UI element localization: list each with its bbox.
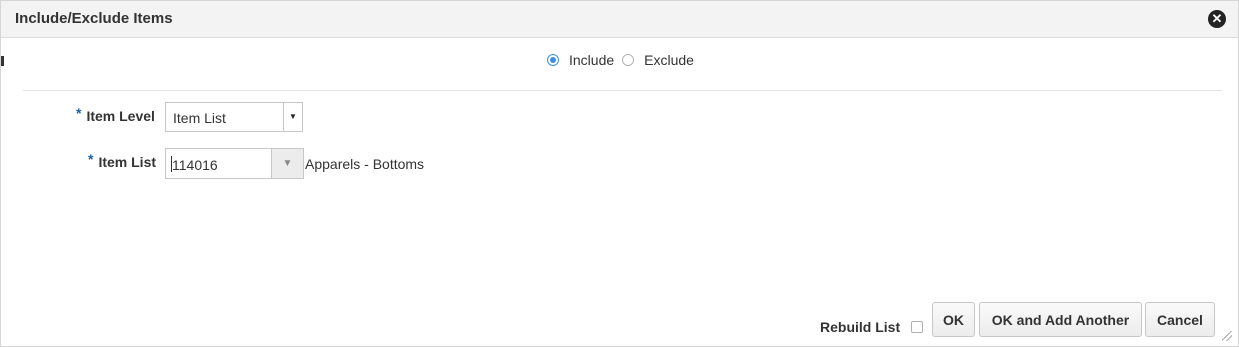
- item-list-value: 114016: [172, 157, 218, 173]
- item-list-lov-button[interactable]: ▼: [271, 148, 304, 179]
- item-list-label: * Item List: [88, 151, 157, 170]
- dropdown-arrow-icon[interactable]: ▼: [283, 103, 302, 131]
- chevron-down-icon: ▼: [282, 158, 293, 169]
- item-level-label-text: Item Level: [86, 108, 155, 124]
- cancel-button[interactable]: Cancel: [1145, 302, 1215, 337]
- exclude-radio-label[interactable]: Exclude: [644, 52, 694, 68]
- required-marker: *: [76, 105, 82, 121]
- dialog-titlebar: Include/Exclude Items ✕: [1, 1, 1238, 38]
- item-level-select[interactable]: Item List ▼: [165, 102, 303, 132]
- resize-grip-icon[interactable]: [1222, 331, 1232, 341]
- ok-and-add-another-button[interactable]: OK and Add Another: [979, 302, 1142, 337]
- rebuild-list-checkbox[interactable]: [911, 321, 923, 333]
- ok-button[interactable]: OK: [932, 302, 975, 337]
- item-level-label: * Item Level: [76, 105, 155, 124]
- dialog-title: Include/Exclude Items: [15, 10, 173, 27]
- include-exclude-dialog: Include/Exclude Items ✕ Include Exclude …: [0, 0, 1239, 347]
- exclude-radio[interactable]: [622, 54, 635, 66]
- rebuild-list-label: Rebuild List: [820, 319, 901, 335]
- mode-radio-group: Include Exclude: [547, 51, 694, 69]
- item-list-description: Apparels - Bottoms: [305, 156, 425, 172]
- item-level-value: Item List: [173, 110, 226, 126]
- item-list-input[interactable]: 114016: [165, 148, 271, 179]
- item-list-label-text: Item List: [98, 154, 157, 170]
- edge-marker: [1, 56, 4, 66]
- include-radio-label[interactable]: Include: [569, 52, 614, 68]
- close-icon[interactable]: ✕: [1208, 10, 1226, 28]
- section-divider: [23, 90, 1222, 91]
- required-marker: *: [88, 151, 94, 167]
- include-radio[interactable]: [547, 54, 559, 66]
